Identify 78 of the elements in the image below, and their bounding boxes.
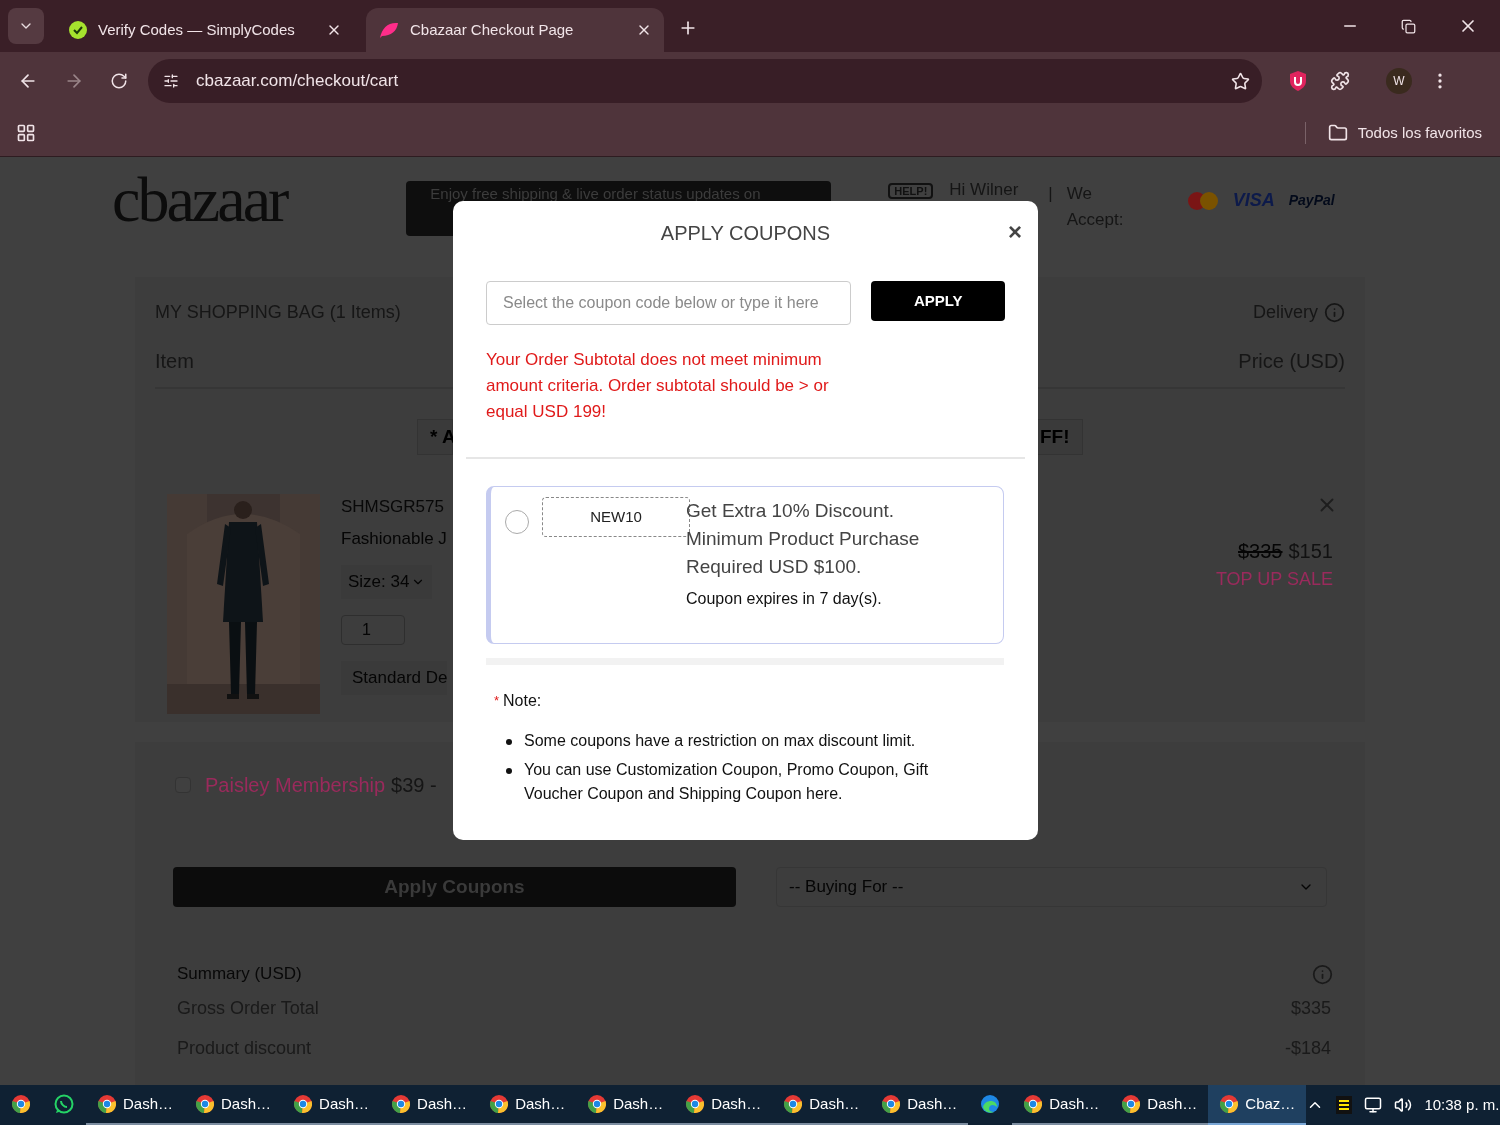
chrome-icon: [587, 1094, 608, 1114]
address-bar[interactable]: cbazaar.com/checkout/cart: [148, 59, 1262, 103]
folder-icon[interactable]: [1327, 123, 1348, 143]
shield-icon[interactable]: [1288, 70, 1308, 92]
bookmarks-folder[interactable]: Todos los favoritos: [1357, 121, 1482, 145]
network-icon[interactable]: [1364, 1096, 1383, 1114]
taskbar-label: Dash…: [907, 1093, 958, 1114]
taskbar-item[interactable]: Dash…: [380, 1085, 479, 1125]
note-text: Some coupons have a restriction on max discount limit.: [524, 731, 916, 751]
coupon-code-field[interactable]: Select the coupon code below or type it here: [486, 281, 852, 325]
card-circles-icon: [1186, 190, 1219, 211]
taskbar-label: Dash…: [711, 1093, 762, 1114]
taskbar-label: Dash…: [1049, 1093, 1100, 1114]
product-name: Fashionable J: [341, 527, 447, 550]
chrome-icon: [1023, 1094, 1044, 1114]
coupon-expiry: Coupon expires in 7 day(s).: [686, 589, 883, 609]
chrome-icon: [881, 1094, 902, 1114]
clock-text[interactable]: 10:38 p. m.: [1424, 1093, 1500, 1117]
close-button[interactable]: ×: [1008, 220, 1022, 244]
tab-title: Verify Codes — SimplyCodes: [98, 19, 296, 40]
required-marker: *: [494, 692, 500, 711]
chrome-icon: [783, 1094, 804, 1114]
bullet-icon: [506, 768, 512, 774]
taskbar-item[interactable]: Dash…: [576, 1085, 675, 1125]
leaf-logo-icon: [378, 20, 400, 40]
browser-tab[interactable]: Verify Codes — SimplyCodes: [56, 8, 354, 52]
taskbar-item[interactable]: Dash…: [674, 1085, 773, 1125]
chrome-icon: [685, 1094, 706, 1114]
chrome-icon: [293, 1094, 314, 1114]
bullet-icon: [506, 739, 512, 745]
payment-brand-label: PayPal: [1288, 191, 1335, 210]
taskbar-item[interactable]: Dash…: [870, 1085, 969, 1125]
taskbar-label: Dash…: [417, 1093, 468, 1114]
url-text: cbazaar.com/checkout/cart: [196, 70, 400, 93]
chrome-icon: [11, 1094, 31, 1114]
chrome-icon: [489, 1094, 510, 1114]
error-message: Your Order Subtotal does not meet minimum amount criteria. Order subtotal should be > or equal USD 199!: [486, 349, 830, 423]
taskbar-item[interactable]: Dash…: [184, 1085, 283, 1125]
taskbar-label: Dash…: [613, 1093, 664, 1114]
taskbar-label: Dash…: [123, 1093, 174, 1114]
apply-button[interactable]: APPLY: [871, 281, 1005, 321]
note-title: Note:: [503, 691, 542, 711]
chrome-icon: [1219, 1094, 1240, 1114]
taskbar-item[interactable]: Dash…: [282, 1085, 381, 1125]
taskbar-label: Cbaz…: [1245, 1093, 1296, 1114]
apps-icon[interactable]: [16, 123, 36, 143]
taskbar-label: Dash…: [515, 1093, 566, 1114]
profile-avatar[interactable]: W: [1386, 68, 1412, 94]
browser-tab[interactable]: Cbazaar Checkout Page: [366, 8, 664, 52]
original-price: $335: [1238, 539, 1283, 564]
extensions-icon[interactable]: [1330, 71, 1350, 91]
taskbar-item[interactable]: Dash…: [772, 1085, 871, 1125]
chrome-icon: [391, 1094, 412, 1114]
taskbar-label: Dash…: [1147, 1093, 1198, 1114]
taskbar-label: Dash…: [221, 1093, 272, 1114]
promo-banner: FF!: [1037, 419, 1083, 455]
reload-icon[interactable]: [110, 72, 128, 90]
taskbar-item[interactable]: Cbaz…: [1208, 1085, 1307, 1125]
check-badge-icon: [68, 20, 88, 40]
taskbar-label: Dash…: [319, 1093, 370, 1114]
note-text: You can use Customization Coupon, Promo Coupon, Gift Voucher Coupon and Shipping Coupon here.: [524, 760, 930, 804]
taskbar-item[interactable]: Dash…: [86, 1085, 185, 1125]
sale-tag: TOP UP SALE: [1215, 566, 1333, 593]
chrome-icon: [1121, 1094, 1142, 1114]
tab-title: Cbazaar Checkout Page: [410, 19, 575, 40]
bookmark-star-icon[interactable]: [1231, 71, 1250, 91]
notes-icon[interactable]: [1336, 1096, 1353, 1114]
restore-icon[interactable]: [1401, 18, 1416, 34]
taskbar-label: Dash…: [809, 1093, 860, 1114]
chat-bubble-icon: [53, 1093, 75, 1115]
chrome-icon: [195, 1094, 216, 1114]
taskbar-item[interactable]: Dash…: [1012, 1085, 1111, 1125]
separator-text: |: [1048, 183, 1053, 205]
wave-logo-icon: [979, 1093, 1002, 1115]
volume-icon[interactable]: [1394, 1096, 1413, 1114]
chrome-icon: [97, 1094, 117, 1114]
taskbar-item[interactable]: Dash…: [478, 1085, 577, 1125]
tab-list-button[interactable]: [8, 8, 44, 44]
